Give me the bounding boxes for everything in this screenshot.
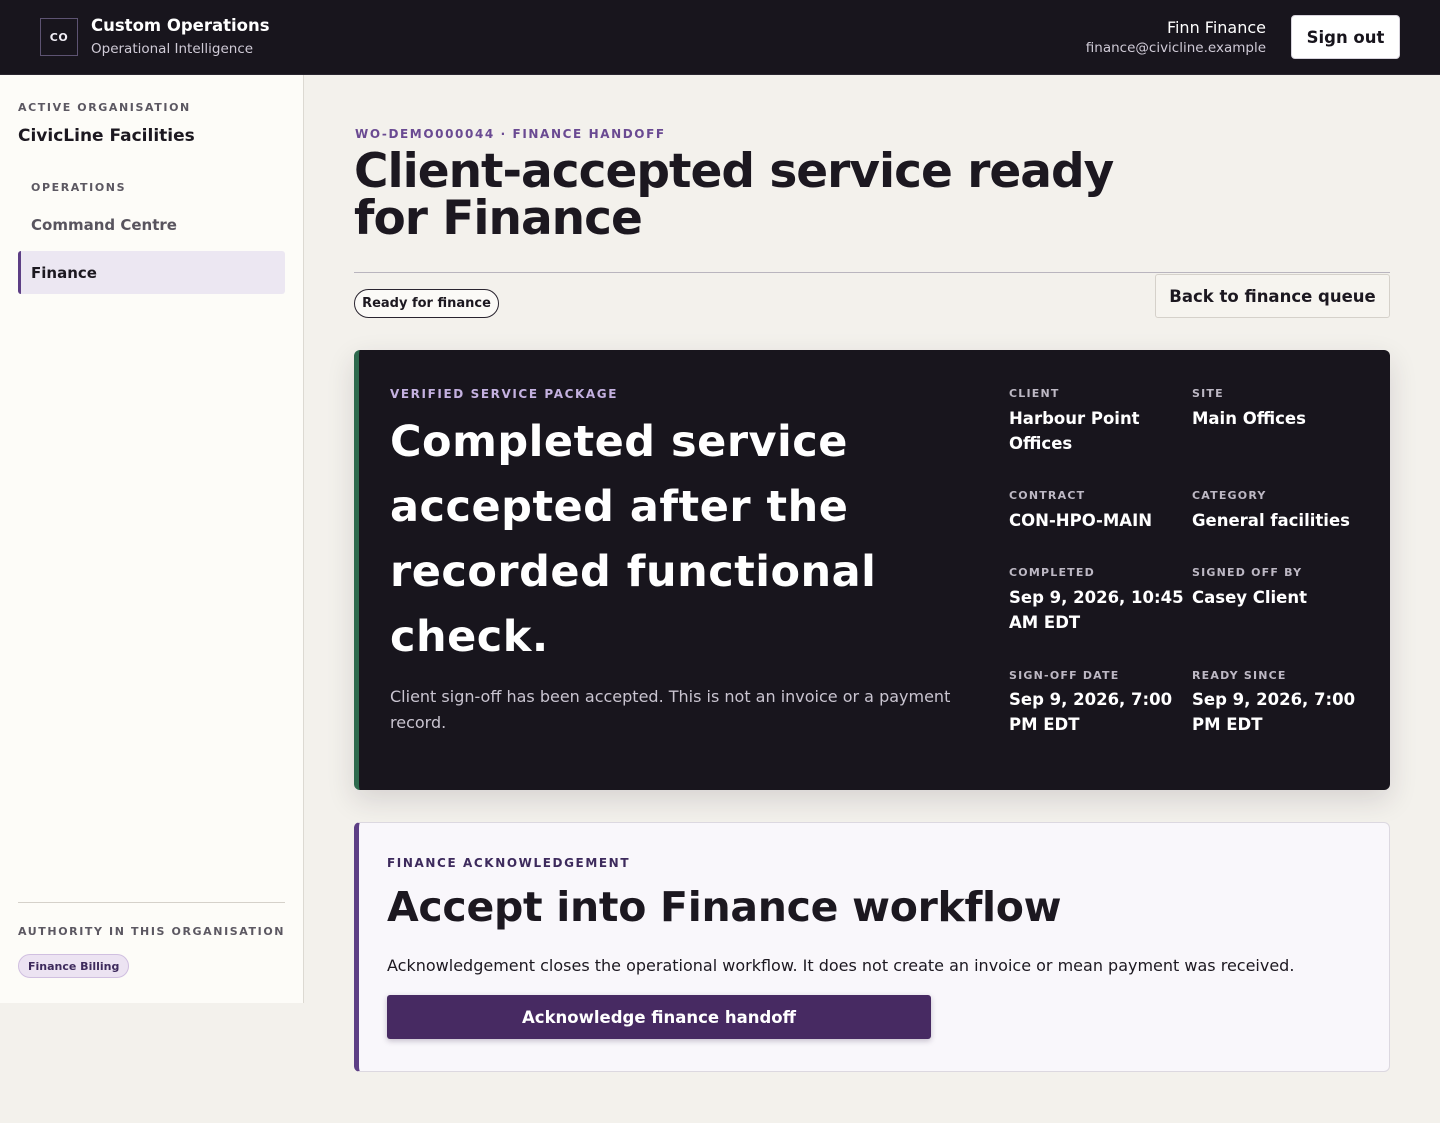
sign-out-button[interactable]: Sign out xyxy=(1291,15,1400,59)
sidebar: ACTIVE ORGANISATION CivicLine Facilities… xyxy=(0,75,304,1003)
fact-value-signed-off-by: Casey Client xyxy=(1192,588,1308,607)
fact-label-signed-off-by: SIGNED OFF BY xyxy=(1192,566,1303,579)
ack-eyebrow: FINANCE ACKNOWLEDGEMENT xyxy=(387,856,631,870)
fact-label-client: CLIENT xyxy=(1009,387,1060,400)
logo: CO xyxy=(40,18,78,56)
operations-section-label: OPERATIONS xyxy=(31,181,127,194)
fact-value-sign-off-date: Sep 9, 2026, 7:00 PM EDT xyxy=(1009,690,1173,734)
ack-description: Acknowledgement closes the operational w… xyxy=(387,956,1295,975)
fact-label-site: SITE xyxy=(1192,387,1224,400)
role-badge: Finance Billing xyxy=(18,954,130,978)
top-bar: CO Custom Operations Operational Intelli… xyxy=(0,0,1440,75)
sidebar-item-label: Command Centre xyxy=(31,215,177,234)
app-subtitle: Operational Intelligence xyxy=(91,41,254,57)
fact-value-site: Main Offices xyxy=(1192,409,1306,428)
user-name: Finn Finance xyxy=(1166,18,1266,37)
sidebar-divider xyxy=(18,902,285,903)
fact-value-ready-since: Sep 9, 2026, 7:00 PM EDT xyxy=(1192,690,1356,734)
app-name: Custom Operations xyxy=(91,16,270,35)
authority-label: AUTHORITY IN THIS ORGANISATION xyxy=(18,925,286,938)
user-email: finance@civicline.example xyxy=(1085,40,1266,56)
active-org-name: CivicLine Facilities xyxy=(18,126,195,146)
acknowledge-finance-handoff-button[interactable]: Acknowledge finance handoff xyxy=(387,995,931,1039)
sidebar-item-label: Finance xyxy=(31,263,97,282)
fact-value-client: Harbour Point Offices xyxy=(1009,409,1140,453)
fact-label-ready-since: READY SINCE xyxy=(1192,669,1287,682)
fact-label-sign-off-date: SIGN-OFF DATE xyxy=(1009,669,1120,682)
page-title: Client-accepted service ready for Financ… xyxy=(354,144,1114,246)
ack-title: Accept into Finance workflow xyxy=(387,883,1062,931)
finance-acknowledgement-card: FINANCE ACKNOWLEDGEMENT Accept into Fina… xyxy=(354,822,1390,1072)
title-divider xyxy=(354,272,1390,273)
package-headline: Completed service accepted after the rec… xyxy=(390,417,877,662)
verified-service-package-card: VERIFIED SERVICE PACKAGE Completed servi… xyxy=(354,350,1390,790)
fact-label-contract: CONTRACT xyxy=(1009,489,1086,502)
fact-label-category: CATEGORY xyxy=(1192,489,1267,502)
work-order-eyebrow: WO-DEMO000044 · FINANCE HANDOFF xyxy=(355,127,666,141)
package-note: Client sign-off has been accepted. This … xyxy=(390,687,951,732)
package-eyebrow: VERIFIED SERVICE PACKAGE xyxy=(390,387,619,401)
fact-label-completed: COMPLETED xyxy=(1009,566,1095,579)
sidebar-item-finance[interactable]: Finance xyxy=(18,251,285,294)
fact-value-completed: Sep 9, 2026, 10:45 AM EDT xyxy=(1009,588,1184,632)
fact-value-contract: CON-HPO-MAIN xyxy=(1009,511,1153,530)
fact-value-category: General facilities xyxy=(1192,511,1350,530)
back-to-finance-queue-button[interactable]: Back to finance queue xyxy=(1155,274,1390,318)
sidebar-item-command-centre[interactable]: Command Centre xyxy=(18,203,285,246)
active-org-label: ACTIVE ORGANISATION xyxy=(18,101,191,114)
status-badge: Ready for finance xyxy=(354,289,499,318)
